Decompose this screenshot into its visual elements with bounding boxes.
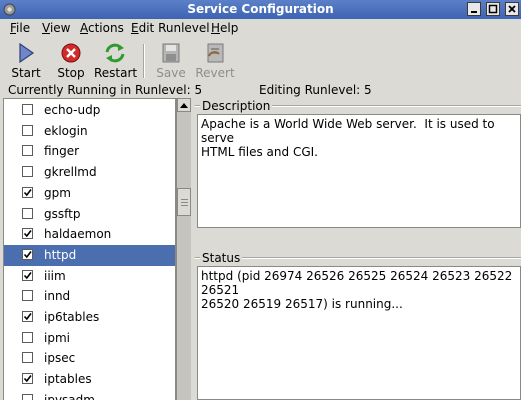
stop-circle-icon — [61, 43, 81, 63]
menu-edit-runlevel[interactable]: Edit Runlevel — [131, 21, 210, 35]
revert-icon — [207, 43, 224, 63]
service-name: ipmi — [44, 331, 70, 345]
service-name: ip6tables — [44, 310, 100, 324]
scroll-thumb[interactable] — [177, 188, 191, 216]
service-row[interactable]: gpm — [4, 183, 175, 204]
stop-label: Stop — [57, 66, 85, 80]
start-label: Start — [11, 66, 41, 80]
checkmark-icon — [23, 251, 32, 259]
service-row[interactable]: gkrellmd — [4, 162, 175, 183]
service-row[interactable]: ip6tables — [4, 307, 175, 328]
restart-label: Restart — [94, 66, 138, 80]
window-title: Service Configuration — [187, 2, 334, 16]
service-checkbox[interactable] — [22, 249, 33, 260]
service-row[interactable]: ipsec — [4, 348, 175, 369]
service-checkbox[interactable] — [22, 125, 33, 136]
runlevel-status-row: Currently Running in Runlevel: 5 Editing… — [0, 83, 521, 97]
close-button[interactable] — [505, 2, 519, 16]
service-checkbox[interactable] — [22, 373, 33, 384]
service-name: gssftp — [44, 207, 81, 221]
save-button[interactable]: Save — [154, 42, 188, 80]
service-checkbox[interactable] — [22, 104, 33, 115]
service-row[interactable]: echo-udp — [4, 100, 175, 121]
service-row[interactable]: gssftp — [4, 204, 175, 225]
floppy-disk-icon — [162, 43, 180, 63]
service-name: httpd — [44, 248, 77, 262]
service-row[interactable]: ipvsadm — [4, 390, 175, 400]
status-frame-line — [195, 257, 521, 259]
service-checkbox[interactable] — [22, 290, 33, 301]
menu-file[interactable]: File — [10, 21, 30, 35]
service-checkbox[interactable] — [22, 270, 33, 281]
revert-label: Revert — [195, 66, 235, 80]
service-checkbox[interactable] — [22, 332, 33, 343]
menu-bar: File View Actions Edit Runlevel Help — [0, 19, 521, 38]
stop-button[interactable]: Stop — [55, 42, 87, 80]
service-name: innd — [44, 289, 71, 303]
service-name: finger — [44, 144, 80, 158]
service-checkbox[interactable] — [22, 352, 33, 363]
restart-button[interactable]: Restart — [94, 42, 138, 80]
service-row[interactable]: haldaemon — [4, 224, 175, 245]
service-checkbox[interactable] — [22, 228, 33, 239]
title-bar: Service Configuration — [0, 0, 521, 19]
service-name: iiim — [44, 269, 66, 283]
service-name: gkrellmd — [44, 165, 97, 179]
service-checkbox[interactable] — [22, 394, 33, 400]
maximize-button[interactable] — [486, 2, 500, 16]
checkmark-icon — [23, 375, 32, 383]
grip-line — [181, 205, 188, 206]
service-checkbox[interactable] — [22, 208, 33, 219]
service-row[interactable]: iptables — [4, 369, 175, 390]
start-button[interactable]: Start — [10, 42, 42, 80]
service-name: iptables — [44, 372, 92, 386]
menu-help[interactable]: Help — [211, 21, 238, 35]
description-text: Apache is a World Wide Web server. It is… — [197, 114, 521, 228]
service-checkbox[interactable] — [22, 145, 33, 156]
service-name: ipsec — [44, 351, 76, 365]
checkmark-icon — [23, 189, 32, 197]
service-row[interactable]: iiim — [4, 266, 175, 287]
revert-button[interactable]: Revert — [195, 42, 235, 80]
checkmark-icon — [23, 272, 32, 280]
service-checkbox[interactable] — [22, 166, 33, 177]
service-name: eklogin — [44, 124, 88, 138]
service-name: echo-udp — [44, 103, 101, 117]
menu-actions[interactable]: Actions — [80, 21, 124, 35]
service-list: echo-udp eklogin finger gkrellmd gpm gssftp ha… — [3, 98, 176, 400]
service-checkbox[interactable] — [22, 311, 33, 322]
service-name: ipvsadm — [44, 393, 95, 400]
scroll-up-button[interactable] — [177, 98, 191, 112]
current-runlevel-text: Currently Running in Runlevel: 5 — [8, 83, 203, 97]
menu-view[interactable]: View — [42, 21, 70, 35]
service-row[interactable]: httpd — [4, 245, 175, 266]
minimize-icon — [471, 11, 477, 13]
service-row[interactable]: eklogin — [4, 121, 175, 142]
grip-line — [181, 199, 188, 200]
arrow-up-icon — [180, 103, 188, 108]
editing-runlevel-text: Editing Runlevel: 5 — [259, 83, 372, 97]
save-label: Save — [156, 66, 186, 80]
restart-arrows-icon — [105, 43, 125, 63]
description-label: Description — [200, 99, 273, 113]
service-name: gpm — [44, 186, 71, 200]
status-label: Status — [200, 251, 243, 265]
service-row[interactable]: ipmi — [4, 328, 175, 349]
service-list-scrollbar[interactable] — [176, 98, 191, 400]
service-name: haldaemon — [44, 227, 112, 241]
service-checkbox[interactable] — [22, 187, 33, 198]
status-text: httpd (pid 26974 26526 26525 26524 26523… — [197, 266, 521, 400]
service-row[interactable]: finger — [4, 141, 175, 162]
toolbar-separator — [143, 44, 145, 78]
close-icon — [508, 5, 516, 13]
toolbar: Start Stop Restart Save Revert — [0, 38, 521, 83]
grip-line — [181, 202, 188, 203]
checkmark-icon — [23, 230, 32, 238]
play-triangle-icon — [19, 42, 35, 64]
checkmark-icon — [23, 313, 32, 321]
service-row[interactable]: innd — [4, 286, 175, 307]
minimize-button[interactable] — [467, 2, 481, 16]
maximize-icon — [488, 4, 498, 14]
